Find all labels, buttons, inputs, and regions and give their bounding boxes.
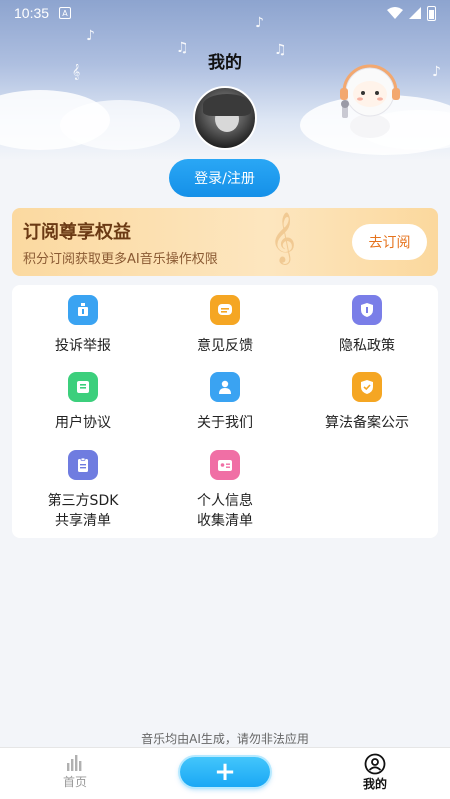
grid-item-about-us[interactable]: 关于我们 (154, 372, 296, 433)
algorithm-filing-icon (352, 372, 382, 402)
sdk-list-icon (68, 450, 98, 480)
status-bar: 10:35 A (0, 0, 450, 26)
grid-label: 隐私政策 (339, 338, 395, 354)
grid-label: 关于我们 (197, 415, 253, 431)
subscription-description: 积分订阅获取更多AI音乐操作权限 (23, 252, 218, 267)
personal-info-icon (210, 450, 240, 480)
status-time: 10:35 (14, 5, 50, 21)
grid-label: 算法备案公示 (325, 415, 409, 431)
about-us-icon (210, 372, 240, 402)
music-note-icon: ♪ (86, 28, 95, 44)
grid-label: 个人信息 收集清单 (197, 493, 253, 529)
grid-item-user-agreement[interactable]: 用户协议 (12, 372, 154, 433)
grid-label: 第三方SDK 共享清单 (47, 493, 119, 529)
page-title: 我的 (208, 53, 242, 73)
notification-a-icon: A (59, 7, 72, 19)
create-music-button[interactable]: + (180, 757, 270, 787)
bottom-tabbar: 首页 + 我的 (0, 747, 450, 799)
tab-mine[interactable]: 我的 (335, 753, 415, 792)
grid-item-feedback[interactable]: 意见反馈 (154, 295, 296, 356)
feedback-icon (210, 295, 240, 325)
login-register-button[interactable]: 登录/注册 (169, 159, 280, 197)
tab-mine-label: 我的 (362, 777, 387, 791)
privacy-shield-icon (352, 295, 382, 325)
home-equalizer-icon (67, 755, 82, 771)
ai-disclaimer: 音乐均由AI生成，请勿非法应用 (141, 732, 309, 746)
grid-item-sdk-list[interactable]: 第三方SDK 共享清单 (12, 450, 154, 531)
grid-label: 意见反馈 (197, 338, 253, 354)
wifi-icon (387, 7, 403, 19)
user-agreement-icon (68, 372, 98, 402)
subscribe-button[interactable]: 去订阅 (352, 224, 427, 260)
profile-icon (364, 753, 386, 775)
signal-icon (409, 7, 421, 19)
avatar[interactable] (193, 86, 257, 150)
subscription-banner[interactable]: 𝄞 订阅尊享权益 积分订阅获取更多AI音乐操作权限 去订阅 (12, 208, 438, 276)
grid-item-personal-info[interactable]: 个人信息 收集清单 (154, 450, 296, 531)
tab-home[interactable]: 首页 (35, 753, 115, 790)
grid-label: 用户协议 (55, 415, 111, 431)
grid-item-algorithm-filing[interactable]: 算法备案公示 (296, 372, 438, 433)
treble-clef-icon: 𝄞 (270, 212, 297, 263)
report-icon (68, 295, 98, 325)
grid-label: 投诉举报 (55, 338, 111, 354)
battery-icon (427, 5, 436, 21)
tab-home-label: 首页 (62, 775, 87, 789)
grid-item-privacy[interactable]: 隐私政策 (296, 295, 438, 356)
settings-grid: 投诉举报 意见反馈 隐私政策 用户协议 关于我们 算法备案公示 第三方SDK 共… (12, 285, 438, 538)
grid-item-report[interactable]: 投诉举报 (12, 295, 154, 356)
subscription-title: 订阅尊享权益 (23, 222, 131, 243)
